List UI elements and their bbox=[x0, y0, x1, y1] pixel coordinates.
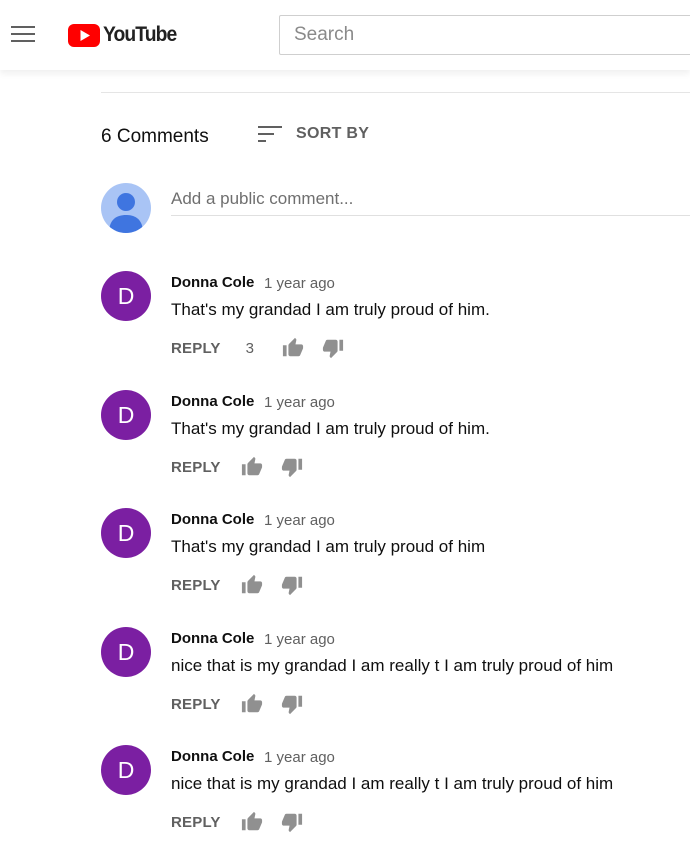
comment-author[interactable]: Donna Cole bbox=[171, 393, 254, 410]
comment-author[interactable]: Donna Cole bbox=[171, 748, 254, 765]
commenter-avatar[interactable]: D bbox=[101, 390, 151, 440]
reply-button[interactable]: REPLY bbox=[171, 577, 221, 594]
commenter-avatar[interactable]: D bbox=[101, 745, 151, 795]
reply-button[interactable]: REPLY bbox=[171, 459, 221, 476]
thumbs-down-icon[interactable] bbox=[281, 693, 303, 715]
divider bbox=[101, 92, 690, 93]
reply-button[interactable]: REPLY bbox=[171, 696, 221, 713]
comment-actions: REPLY bbox=[171, 573, 303, 597]
sort-by-button[interactable]: SORT BY bbox=[258, 124, 369, 144]
comments-count: 6 Comments bbox=[101, 126, 209, 147]
comment-actions: REPLY bbox=[171, 692, 303, 716]
comment-actions: REPLY 3 bbox=[171, 336, 344, 360]
sort-by-label: SORT BY bbox=[296, 125, 370, 142]
add-comment-input[interactable] bbox=[171, 183, 690, 216]
commenter-avatar[interactable]: D bbox=[101, 508, 151, 558]
comment-text: That's my grandad I am truly proud of hi… bbox=[171, 537, 486, 556]
commenter-avatar[interactable]: D bbox=[101, 627, 151, 677]
logo-text: YouTube bbox=[103, 23, 177, 46]
comment-timestamp[interactable]: 1 year ago bbox=[264, 512, 335, 529]
comment-actions: REPLY bbox=[171, 810, 303, 834]
comment-timestamp[interactable]: 1 year ago bbox=[264, 631, 335, 648]
user-avatar bbox=[101, 183, 151, 233]
thumbs-up-icon[interactable] bbox=[241, 811, 263, 833]
commenter-avatar[interactable]: D bbox=[101, 271, 151, 321]
comment-text: That's my grandad I am truly proud of hi… bbox=[171, 300, 490, 319]
comment-author[interactable]: Donna Cole bbox=[171, 511, 254, 528]
comment-timestamp[interactable]: 1 year ago bbox=[264, 749, 335, 766]
thumbs-up-icon[interactable] bbox=[241, 574, 263, 596]
thumbs-down-icon[interactable] bbox=[281, 811, 303, 833]
reply-button[interactable]: REPLY bbox=[171, 814, 221, 831]
comment-author[interactable]: Donna Cole bbox=[171, 274, 254, 291]
thumbs-down-icon[interactable] bbox=[281, 456, 303, 478]
comment-text: nice that is my grandad I am really t I … bbox=[171, 656, 614, 675]
comment-timestamp[interactable]: 1 year ago bbox=[264, 394, 335, 411]
youtube-logo[interactable]: YouTube bbox=[68, 23, 183, 47]
comment-timestamp[interactable]: 1 year ago bbox=[264, 275, 335, 292]
sort-icon bbox=[258, 126, 282, 142]
thumbs-up-icon[interactable] bbox=[282, 337, 304, 359]
thumbs-down-icon[interactable] bbox=[281, 574, 303, 596]
thumbs-down-icon[interactable] bbox=[322, 337, 344, 359]
thumbs-up-icon[interactable] bbox=[241, 693, 263, 715]
comment-text: That's my grandad I am truly proud of hi… bbox=[171, 419, 490, 438]
comment-text: nice that is my grandad I am really t I … bbox=[171, 774, 614, 793]
reply-button[interactable]: REPLY bbox=[171, 340, 221, 357]
search-box[interactable] bbox=[279, 15, 690, 55]
user-silhouette-icon bbox=[109, 193, 143, 233]
thumbs-up-icon[interactable] bbox=[241, 456, 263, 478]
menu-icon[interactable] bbox=[11, 26, 35, 44]
like-count: 3 bbox=[245, 339, 254, 357]
masthead: YouTube bbox=[0, 0, 690, 70]
comments-header: 6 Comments bbox=[101, 124, 209, 150]
comment-author[interactable]: Donna Cole bbox=[171, 630, 254, 647]
youtube-play-icon bbox=[68, 23, 100, 47]
search-input[interactable] bbox=[280, 16, 690, 54]
comment-actions: REPLY bbox=[171, 455, 303, 479]
